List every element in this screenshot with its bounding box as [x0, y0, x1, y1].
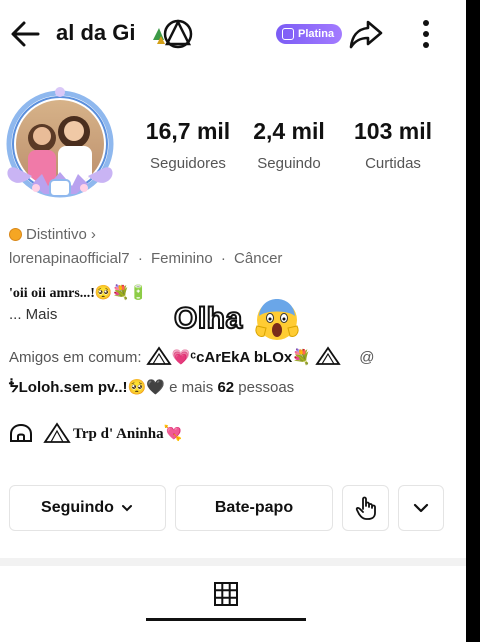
poke-button[interactable]: [342, 485, 389, 531]
vertical-dots-icon[interactable]: [416, 18, 436, 50]
meta-separator: ·: [137, 250, 143, 267]
followers-count: 16,7 mil: [145, 118, 231, 144]
overlay-text: Olha: [173, 301, 243, 336]
meta-separator: ·: [220, 250, 226, 267]
share-arrow-icon[interactable]: [348, 16, 384, 52]
chevron-down-icon: [121, 505, 132, 512]
following-label: Seguindo: [257, 155, 321, 172]
distintivo-label: Distintivo: [26, 226, 87, 243]
group-name: Trp d' Aninha💘: [73, 425, 183, 442]
distintivo-link[interactable]: Distintivo ›: [9, 226, 96, 243]
coin-icon: [9, 228, 22, 241]
followers-stat[interactable]: 16,7 mil Seguidores: [138, 118, 238, 172]
expand-button[interactable]: [398, 485, 444, 531]
hand-tap-icon: [355, 496, 376, 520]
zodiac-sign: Câncer: [234, 250, 283, 267]
tab-videos-grid[interactable]: [146, 566, 306, 622]
arrow-left-icon[interactable]: [8, 16, 44, 52]
chat-button[interactable]: Bate-papo: [175, 485, 333, 531]
platina-badge[interactable]: Platina: [276, 24, 343, 44]
mutual-friends-line[interactable]: Amigos em comum: 💗ᶜcArEkA bLOx💐 @: [9, 346, 375, 366]
likes-label: Curtidas: [365, 155, 421, 172]
section-divider: [0, 558, 466, 566]
likes-count: 103 mil: [354, 118, 432, 144]
dome-icon: [10, 423, 32, 442]
following-button-label: Seguindo: [41, 499, 114, 516]
group-link[interactable]: Trp d' Aninha💘: [9, 422, 182, 444]
profile-meta: lorenapinaofficial7 · Feminino · Câncer: [9, 250, 282, 267]
followers-label: Seguidores: [150, 155, 226, 172]
bio-more-link[interactable]: ... Mais: [9, 306, 57, 323]
people-label: pessoas: [238, 379, 295, 396]
triangle-icon: [146, 346, 172, 365]
badge-label: Platina: [298, 28, 335, 40]
active-tab-indicator: [146, 618, 306, 621]
and-more-label: e mais: [169, 379, 214, 396]
chevron-right-icon: ›: [90, 226, 96, 243]
profile-title: al da Gi: [56, 20, 136, 45]
badge-icon: [282, 28, 294, 40]
mutual-friends-more[interactable]: ᖭLoloh.sem pv..!🥺🖤 e mais 62 pessoas: [9, 378, 294, 396]
top-bar: al da Gi Platina: [0, 0, 466, 68]
gender: Feminino: [151, 250, 213, 267]
following-button[interactable]: Seguindo: [9, 485, 166, 531]
bio-text: 'oii oii amrs...!🥺💐🔋: [9, 286, 148, 301]
triangle-icon: [43, 422, 71, 443]
chevron-down-icon: [413, 503, 429, 513]
screaming-face-icon: [255, 299, 299, 340]
triangle-emoji-icon: [153, 19, 193, 49]
at-sign: @: [359, 349, 375, 366]
mutual-count: 62: [217, 379, 235, 396]
triangle-icon: [315, 346, 341, 365]
mutual-prefix: Amigos em comum:: [9, 349, 142, 366]
profile-screen: al da Gi Platina 16,7 mil Seguidores 2,4…: [0, 0, 466, 642]
username: lorenapinaofficial7: [9, 250, 130, 267]
mutual-friend-names: 💗ᶜcArEkA bLOx💐: [171, 349, 311, 366]
chat-button-label: Bate-papo: [214, 499, 294, 516]
grid-icon: [214, 582, 238, 606]
mutual-friend-name: ᖭLoloh.sem pv..!🥺🖤: [9, 379, 165, 396]
following-stat[interactable]: 2,4 mil Seguindo: [240, 118, 338, 172]
likes-stat[interactable]: 103 mil Curtidas: [343, 118, 443, 172]
avatar[interactable]: [2, 86, 118, 206]
following-count: 2,4 mil: [253, 118, 325, 144]
